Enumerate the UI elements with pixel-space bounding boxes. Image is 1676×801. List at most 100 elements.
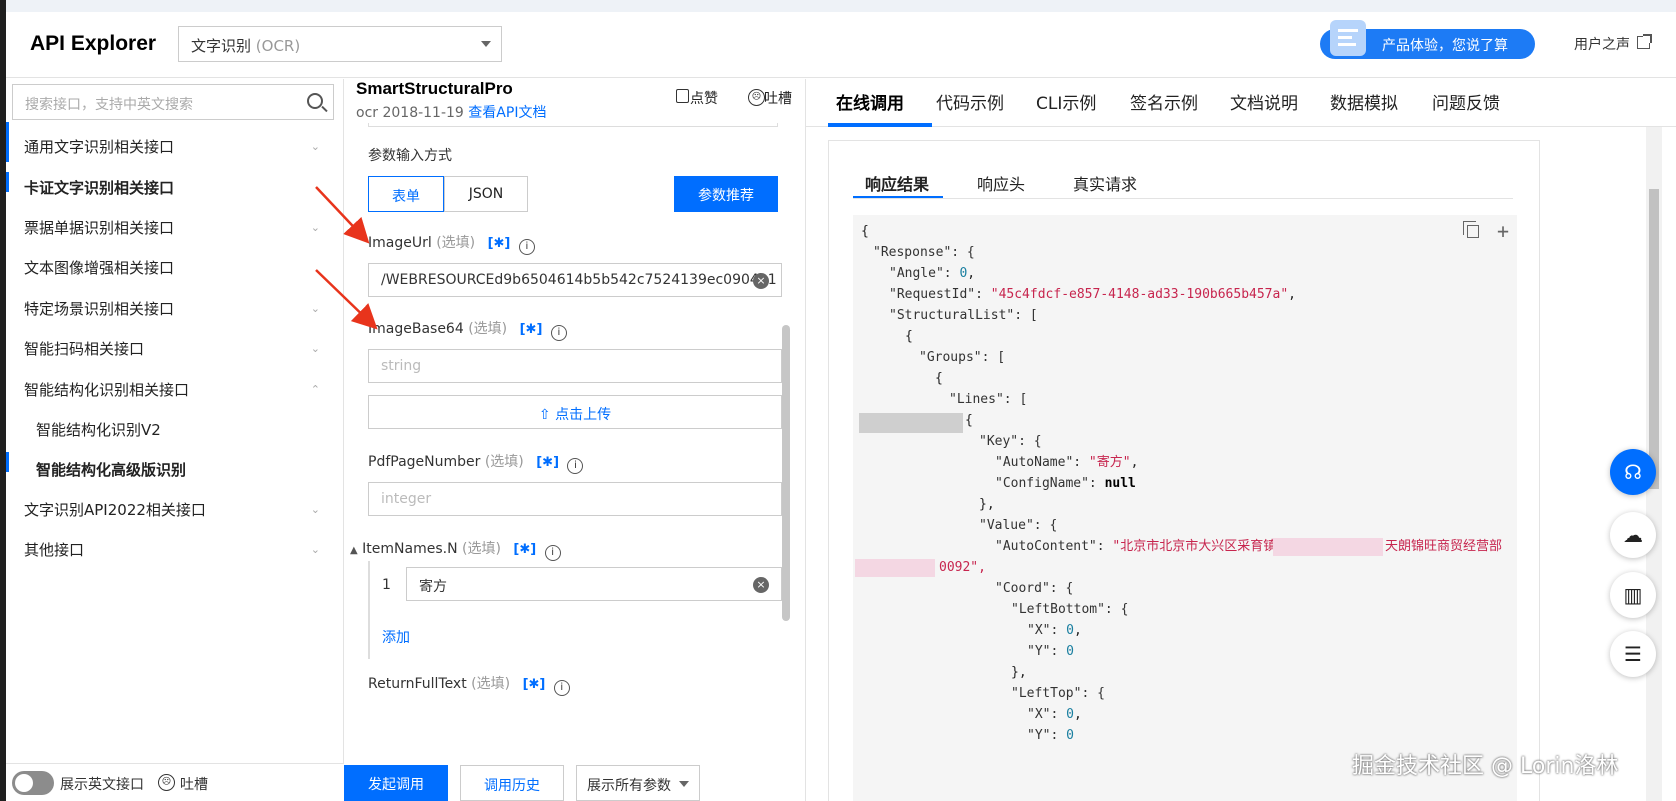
sidebar-item-scene-ocr[interactable]: 特定场景识别相关接口 ⌄ xyxy=(6,289,336,329)
code-line: { xyxy=(861,224,869,239)
clear-icon[interactable]: × xyxy=(753,577,769,593)
param-recommend-button[interactable]: 参数推荐 xyxy=(674,176,778,212)
sidebar: 搜索接口，支持中英文搜索 通用文字识别相关接口 ⌄ 卡证文字识别相关接口 票据单… xyxy=(6,79,344,801)
code-line: "Y": 0 xyxy=(1027,728,1074,743)
external-link-icon[interactable] xyxy=(1637,34,1652,49)
tab-cli-sample[interactable]: CLI示例 xyxy=(1036,89,1096,114)
optional-tag: (选填) xyxy=(484,454,524,470)
expand-bracket-icon[interactable]: [✱] xyxy=(488,236,511,251)
tab-feedback[interactable]: 问题反馈 xyxy=(1432,89,1500,114)
support-fab[interactable]: ☊ xyxy=(1610,449,1656,495)
code-line: "ConfigName": null xyxy=(995,476,1136,491)
sidebar-item-general-ocr[interactable]: 通用文字识别相关接口 ⌄ xyxy=(6,127,336,167)
code-line: "Key": { xyxy=(979,434,1042,449)
subtab-response[interactable]: 响应结果 xyxy=(865,171,929,195)
document-icon xyxy=(1330,20,1366,56)
tab-data-mock[interactable]: 数据模拟 xyxy=(1330,89,1398,114)
english-api-toggle[interactable] xyxy=(12,771,54,795)
search-icon[interactable] xyxy=(307,93,323,109)
code-line: "Response": { xyxy=(873,245,975,260)
code-line: "LeftBottom": { xyxy=(1011,602,1129,617)
param-name: ImageUrl xyxy=(368,235,432,251)
sidebar-item-smart-structural-pro[interactable]: 智能结构化高级版识别 xyxy=(6,450,336,490)
tab-docs[interactable]: 文档说明 xyxy=(1230,89,1298,114)
user-voice-link[interactable]: 用户之声 xyxy=(1574,34,1630,54)
tab-signature-sample[interactable]: 签名示例 xyxy=(1130,89,1198,114)
upload-label: 点击上传 xyxy=(555,407,612,423)
copy-icon[interactable] xyxy=(1463,221,1479,238)
english-api-label: 展示英文接口 xyxy=(60,777,144,793)
cloud-icon: ☁ xyxy=(1623,523,1643,547)
cloud-fab[interactable]: ☁ xyxy=(1610,512,1656,558)
subtab-real-request[interactable]: 真实请求 xyxy=(1073,171,1137,195)
sidebar-item-label: 特定场景识别相关接口 xyxy=(24,300,175,318)
api-doc-link[interactable]: 查看API文档 xyxy=(468,105,546,121)
smile-icon: ☹ xyxy=(748,89,765,106)
response-panel: 响应结果 响应头 真实请求 + { "Response": { "Angle":… xyxy=(828,140,1540,801)
imageurl-input[interactable]: /WEBRESOURCEd9b6504614b5b542c7524139ec09… xyxy=(368,263,782,297)
sidebar-item-ocr-2022[interactable]: 文字识别API2022相关接口 ⌄ xyxy=(6,490,336,530)
info-icon[interactable]: i xyxy=(518,239,535,255)
docs-fab[interactable]: ▥ xyxy=(1610,572,1656,618)
sidebar-item-label: 票据单据识别相关接口 xyxy=(24,219,175,237)
sidebar-item-scan-code[interactable]: 智能扫码相关接口 ⌄ xyxy=(6,329,336,369)
mode-form-button[interactable]: 表单 xyxy=(368,176,444,212)
clear-icon[interactable]: × xyxy=(753,273,769,289)
expand-bracket-icon[interactable]: [✱] xyxy=(520,322,543,337)
info-icon[interactable]: i xyxy=(550,325,567,341)
sidebar-feedback-link[interactable]: 吐槽 xyxy=(180,774,208,794)
code-line: { xyxy=(935,371,943,386)
sidebar-item-label: 文字识别API2022相关接口 xyxy=(24,501,206,519)
chevron-down-icon: ⌄ xyxy=(310,140,320,153)
search-input[interactable]: 搜索接口，支持中英文搜索 xyxy=(12,84,334,120)
watermark: 掘金技术社区 @ Lorin洛林 xyxy=(1352,754,1619,779)
sidebar-item-other[interactable]: 其他接口 ⌄ xyxy=(6,530,336,570)
info-icon[interactable]: i xyxy=(553,680,570,696)
add-item-link[interactable]: 添加 xyxy=(382,627,410,647)
result-scrollbar[interactable] xyxy=(1649,189,1659,489)
upload-icon: ⇧ xyxy=(538,407,551,423)
tab-code-sample[interactable]: 代码示例 xyxy=(936,89,1004,114)
plus-icon[interactable]: + xyxy=(1497,219,1509,243)
thumbs-up-icon[interactable] xyxy=(676,89,689,103)
subtab-divider xyxy=(853,198,1513,199)
sidebar-item-image-enhance[interactable]: 文本图像增强相关接口 xyxy=(6,248,336,288)
menu-fab[interactable]: ☰ xyxy=(1610,631,1656,677)
expand-bracket-icon[interactable]: [✱] xyxy=(536,455,559,470)
response-json[interactable]: + { "Response": { "Angle": 0, "RequestId… xyxy=(853,215,1517,801)
itemnames-list: 1 寄方 × 添加 xyxy=(368,561,782,659)
api-title: SmartStructuralPro xyxy=(356,79,513,98)
tab-online-call[interactable]: 在线调用 xyxy=(836,89,904,114)
search-placeholder: 搜索接口，支持中英文搜索 xyxy=(25,97,193,113)
show-params-select[interactable]: 展示所有参数 xyxy=(576,765,700,801)
itemname-input[interactable]: 寄方 × xyxy=(406,567,782,601)
code-line: "LeftTop": { xyxy=(1011,686,1105,701)
param-label-itemnames: ▲ ItemNames.N (选填) [✱] i xyxy=(350,538,561,561)
chevron-up-icon: ⌃ xyxy=(310,383,320,396)
invoke-button[interactable]: 发起调用 xyxy=(344,765,448,801)
params-panel: SmartStructuralPro ocr 2018-11-19 查看API文… xyxy=(344,79,806,801)
sidebar-item-bill-ocr[interactable]: 票据单据识别相关接口 ⌄ xyxy=(6,208,336,248)
expand-bracket-icon[interactable]: [✱] xyxy=(513,542,536,557)
params-scrollbar[interactable] xyxy=(782,325,790,621)
expand-bracket-icon[interactable]: [✱] xyxy=(523,677,546,692)
chevron-down-icon: ⌄ xyxy=(310,342,320,355)
sidebar-item-card-ocr[interactable]: 卡证文字识别相关接口 xyxy=(6,168,336,208)
code-line: "X": 0, xyxy=(1027,623,1082,638)
sidebar-item-smart-structural[interactable]: 智能结构化识别相关接口 ⌃ xyxy=(6,370,336,410)
info-icon[interactable]: i xyxy=(567,458,584,474)
upload-button[interactable]: ⇧ 点击上传 xyxy=(368,395,782,429)
code-line: "X": 0, xyxy=(1027,707,1082,722)
code-line: "Angle": 0, xyxy=(889,266,976,281)
pdfpage-input[interactable]: integer xyxy=(368,482,782,516)
imagebase64-input[interactable]: string xyxy=(368,349,782,383)
sidebar-item-smart-structural-v2[interactable]: 智能结构化识别V2 xyxy=(6,410,336,450)
subtab-headers[interactable]: 响应头 xyxy=(977,171,1025,195)
like-button[interactable]: 点赞 xyxy=(690,88,718,108)
product-select[interactable]: 文字识别 (OCR) xyxy=(178,26,502,62)
history-button[interactable]: 调用历史 xyxy=(460,765,564,801)
mode-json-button[interactable]: JSON xyxy=(444,176,528,212)
complain-button[interactable]: 吐槽 xyxy=(764,88,792,108)
info-icon[interactable]: i xyxy=(544,545,561,561)
collapse-triangle-icon[interactable]: ▲ xyxy=(350,545,358,556)
